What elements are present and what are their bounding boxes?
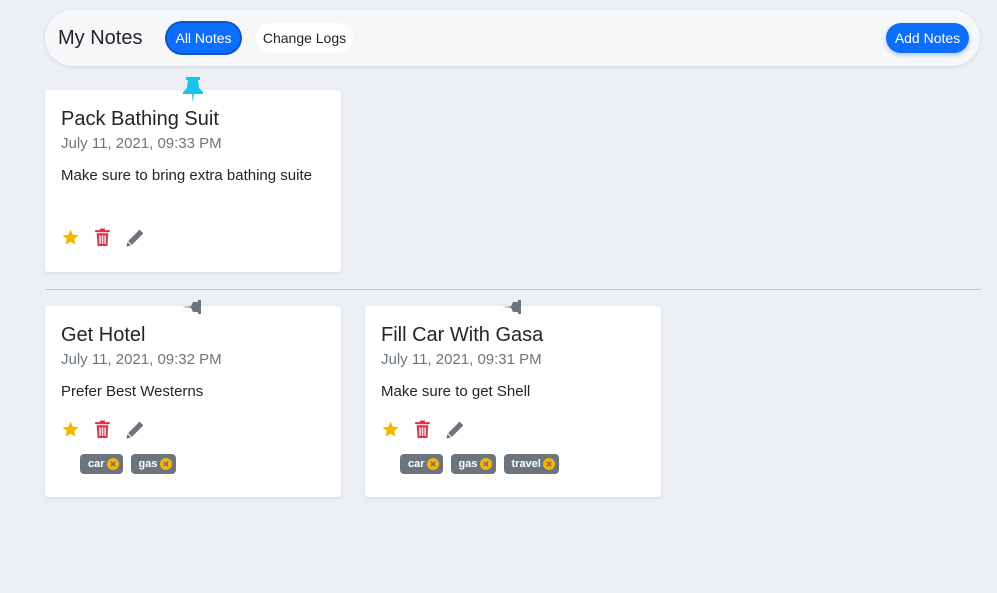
note-date: July 11, 2021, 09:31 PM: [381, 351, 542, 368]
tag: car: [80, 454, 123, 474]
note-actions: [61, 420, 144, 439]
trash-icon[interactable]: [93, 228, 112, 247]
note-card: Fill Car With Gasa July 11, 2021, 09:31 …: [365, 300, 661, 497]
pencil-icon[interactable]: [125, 420, 144, 439]
pin-icon[interactable]: [501, 299, 525, 315]
pin-icon[interactable]: [181, 299, 205, 315]
note-actions: [381, 420, 464, 439]
tag-label: car: [88, 458, 105, 470]
star-icon[interactable]: [61, 228, 80, 247]
trash-icon[interactable]: [413, 420, 432, 439]
note-date: July 11, 2021, 09:32 PM: [61, 351, 222, 368]
note-title: Get Hotel: [61, 324, 146, 346]
navbar: My Notes All Notes Change Logs Add Notes: [45, 10, 980, 66]
tag-list: car gas travel: [400, 454, 559, 474]
all-notes-button[interactable]: All Notes: [167, 23, 240, 53]
tag: gas: [130, 454, 176, 474]
add-notes-button[interactable]: Add Notes: [886, 23, 969, 53]
note-body: Make sure to bring extra bathing suite: [61, 167, 312, 184]
note-card: Pack Bathing Suit July 11, 2021, 09:33 P…: [45, 77, 341, 272]
tag: gas: [450, 454, 496, 474]
pencil-icon[interactable]: [445, 420, 464, 439]
tag: travel: [503, 454, 559, 474]
change-logs-button[interactable]: Change Logs: [256, 23, 353, 53]
pencil-icon[interactable]: [125, 228, 144, 247]
remove-tag-icon[interactable]: [426, 458, 439, 470]
remove-tag-icon[interactable]: [106, 458, 119, 470]
app-brand: My Notes: [58, 27, 143, 49]
star-icon[interactable]: [61, 420, 80, 439]
note-title: Pack Bathing Suit: [61, 108, 219, 130]
note-body: Make sure to get Shell: [381, 383, 531, 400]
note-body: Prefer Best Westerns: [61, 383, 204, 400]
note-card: Get Hotel July 11, 2021, 09:32 PM Prefer…: [45, 300, 341, 497]
tag-label: gas: [458, 458, 478, 470]
tag-label: travel: [511, 458, 541, 470]
note-title: Fill Car With Gasa: [381, 324, 544, 346]
note-actions: [61, 228, 144, 247]
pin-icon[interactable]: [181, 76, 205, 104]
tag-label: gas: [138, 458, 158, 470]
tag-list: car gas: [80, 454, 176, 474]
remove-tag-icon[interactable]: [159, 458, 172, 470]
note-date: July 11, 2021, 09:33 PM: [61, 135, 222, 152]
trash-icon[interactable]: [93, 420, 112, 439]
remove-tag-icon[interactable]: [542, 458, 555, 470]
star-icon[interactable]: [381, 420, 400, 439]
section-divider: [45, 289, 981, 290]
remove-tag-icon[interactable]: [479, 458, 492, 470]
tag-label: car: [408, 458, 425, 470]
tag: car: [400, 454, 443, 474]
